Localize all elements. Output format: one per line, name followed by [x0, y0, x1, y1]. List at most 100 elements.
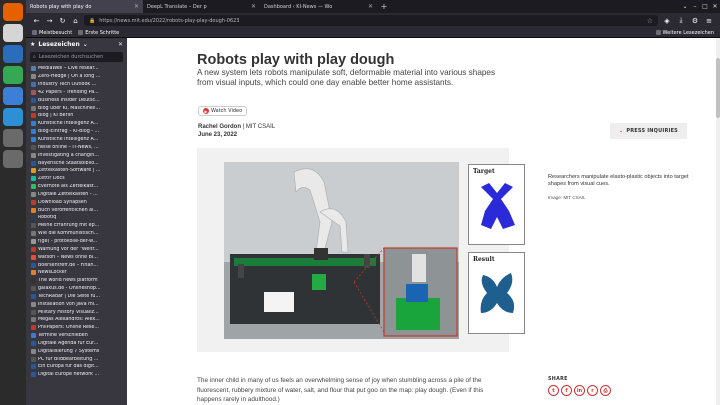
firefox-icon[interactable] — [3, 3, 23, 21]
minimize-icon[interactable]: – — [690, 0, 700, 13]
bookmark-item[interactable]: Boersentreff.de – Finan... — [26, 261, 127, 269]
bookmark-item[interactable]: Meine Erfahrung mit ep... — [26, 222, 127, 230]
print-share-icon[interactable]: ⎙ — [600, 385, 611, 396]
lock-icon[interactable]: 🔒 — [89, 18, 95, 24]
pocket-icon[interactable]: ◈ — [662, 17, 672, 25]
bookmark-item[interactable]: Blog über KI, Maschinell... — [26, 104, 127, 112]
bookmark-item[interactable]: f(ge) - protokolle-der-w... — [26, 238, 127, 246]
menu-icon[interactable]: ≡ — [704, 17, 714, 25]
bookmark-item[interactable]: TechRadar | Die Seite fü... — [26, 292, 127, 300]
reddit-share-icon[interactable]: r — [587, 385, 598, 396]
bookmark-item[interactable]: Robotiq — [26, 214, 127, 222]
chevron-down-icon[interactable]: ⌄ — [83, 41, 88, 48]
bookmark-item[interactable]: heise online – IT-News, ... — [26, 143, 127, 151]
bookmark-item[interactable]: 42 Papers - Trending Pa... — [26, 89, 127, 97]
article-body: The inner child in many of us feels an o… — [197, 377, 484, 403]
tab-list-icon[interactable]: ⌄ — [680, 0, 690, 13]
writer-icon[interactable] — [3, 45, 23, 63]
forward-icon[interactable]: → — [45, 17, 54, 25]
close-tab-icon[interactable]: ✕ — [134, 3, 139, 10]
author-name[interactable]: Rachel Gordon — [198, 124, 241, 130]
bookmark-item[interactable]: galaxus.de - Onlineshop... — [26, 285, 127, 293]
tab-label: Dashboard ‹ KI-News — Wo — [264, 3, 333, 10]
bookmark-meistbesucht[interactable]: Meistbesucht — [32, 30, 72, 36]
bookmark-item[interactable]: Investigating a changin... — [26, 151, 127, 159]
bookmark-item[interactable]: Künstliche Intelligenz A... — [26, 120, 127, 128]
favicon-icon — [31, 113, 36, 119]
extensions-icon[interactable]: ⚙ — [690, 17, 700, 25]
bookmark-item[interactable]: Bayerische Staatsbiblio... — [26, 159, 127, 167]
tab-dashboard[interactable]: Dashboard ‹ KI-News — Wo ✕ — [260, 0, 377, 13]
bookmark-item[interactable]: Installation von Java mi... — [26, 300, 127, 308]
bookmark-item[interactable]: Digitalisierung 7 Systems — [26, 347, 127, 355]
bookmark-item[interactable]: watson – News ohne Bl... — [26, 253, 127, 261]
bookmark-label: galaxus.de - Onlineshop... — [38, 286, 101, 292]
bookmark-item[interactable]: Warnung vor der "Weltr... — [26, 245, 127, 253]
bookmark-item[interactable]: Industry Tech Outlook ... — [26, 81, 127, 89]
bookmarks-sidebar: ★ Lesezeichen ⌄ ✕ ⌕ Lesezeichen durchsuc… — [26, 38, 127, 405]
bookmark-item[interactable]: The world news platform — [26, 277, 127, 285]
page-scrollbar[interactable] — [716, 38, 720, 405]
bookmark-item[interactable]: NewsLocker — [26, 269, 127, 277]
bookmark-item[interactable]: Zettelkasten-Software | ... — [26, 167, 127, 175]
sidebar-header[interactable]: ★ Lesezeichen ⌄ ✕ — [26, 38, 127, 50]
twitter-share-icon[interactable]: t — [548, 385, 559, 396]
favicon-icon — [31, 340, 36, 346]
url-bar[interactable]: 🔒 https://news.mit.edu/2022/robots-play-… — [84, 15, 658, 26]
home-icon[interactable]: ⌂ — [71, 17, 80, 25]
files-icon[interactable] — [3, 24, 23, 42]
page-content: Robots play with play dough A new system… — [127, 38, 720, 405]
close-tab-icon[interactable]: ✕ — [251, 3, 256, 10]
bookmark-item[interactable]: Digitale Zettelkästen - ... — [26, 191, 127, 199]
screenshot-icon[interactable] — [3, 87, 23, 105]
bookmark-item[interactable]: Buch veröffentlichen al... — [26, 206, 127, 214]
image-caption: Researchers manipulate elasto-plastic ob… — [548, 174, 689, 187]
robot-photo[interactable] — [224, 162, 459, 339]
favicon-icon — [31, 246, 36, 252]
usb-icon[interactable] — [3, 129, 23, 147]
bookmark-search-input[interactable]: ⌕ Lesezeichen durchsuchen — [30, 52, 123, 62]
usb2-icon[interactable] — [3, 150, 23, 168]
bookmark-erste-schritte[interactable]: Erste Schritte — [78, 30, 119, 36]
bookmark-item[interactable]: Zettlr Docs — [26, 175, 127, 183]
bookmark-item[interactable]: Wie die Kommunistisch... — [26, 230, 127, 238]
back-icon[interactable]: ← — [32, 17, 41, 25]
bookmark-item[interactable]: Blog | KI Berlin — [26, 112, 127, 120]
scrollbar-thumb[interactable] — [716, 58, 720, 118]
download-icon[interactable]: ⤓ — [676, 16, 686, 25]
bookmark-item[interactable]: Digital Europe network ... — [26, 371, 127, 379]
tab-robots[interactable]: Robots play with play do ✕ — [26, 0, 143, 13]
close-tab-icon[interactable]: ✕ — [368, 3, 373, 10]
bookmark-item[interactable]: Digitale Agenda für Eur... — [26, 340, 127, 348]
bookmark-item[interactable]: PC für Bildbearbeitung ... — [26, 355, 127, 363]
linkedin-share-icon[interactable]: in — [574, 385, 585, 396]
bookmark-item[interactable]: Zero-Hedge | On a long ... — [26, 73, 127, 81]
close-sidebar-icon[interactable]: ✕ — [118, 41, 123, 48]
bookmark-label: Installation von Java mi... — [38, 301, 99, 307]
bookmark-item[interactable]: Künstliche Intelligenz A... — [26, 136, 127, 144]
bookmark-item[interactable]: Termine verschieben — [26, 332, 127, 340]
bookmark-item[interactable]: Military History Visualiz... — [26, 308, 127, 316]
chrome-icon[interactable] — [3, 66, 23, 84]
bookmark-item[interactable]: PhilPapers: Online Rese... — [26, 324, 127, 332]
vscode-icon[interactable] — [3, 108, 23, 126]
maximize-icon[interactable]: □ — [700, 0, 710, 13]
bookmark-item[interactable]: MediaWell – Live resear... — [26, 65, 127, 73]
bookmark-item[interactable]: Business Insider Deutsc... — [26, 96, 127, 104]
close-window-icon[interactable]: ✕ — [710, 0, 720, 13]
press-inquiries-button[interactable]: ⌄ PRESS INQUIRIES — [610, 123, 687, 139]
other-bookmarks[interactable]: Weitere Lesezeichen — [655, 30, 714, 36]
watch-video-button[interactable]: ▶ Watch Video — [198, 106, 248, 116]
bookmark-item[interactable]: Download Synapsen — [26, 198, 127, 206]
new-tab-button[interactable]: + — [377, 0, 391, 13]
bookmark-item[interactable]: Evernote als Zettelkast... — [26, 183, 127, 191]
bookmark-item[interactable]: Blog-Eintrag – KI-Blog - ... — [26, 128, 127, 136]
bookmark-label: Erste Schritte — [85, 29, 120, 36]
bookmark-item[interactable]: Ein Europa für das digit... — [26, 363, 127, 371]
facebook-share-icon[interactable]: f — [561, 385, 572, 396]
bookmark-label: Zettelkasten-Software | ... — [38, 168, 101, 174]
bookmark-star-icon[interactable]: ☆ — [647, 17, 653, 25]
tab-deepl[interactable]: DeepL Translate – Der p ✕ — [143, 0, 260, 13]
bookmark-item[interactable]: Megas Alexandros: Alex... — [26, 316, 127, 324]
reload-icon[interactable]: ↻ — [58, 17, 67, 25]
